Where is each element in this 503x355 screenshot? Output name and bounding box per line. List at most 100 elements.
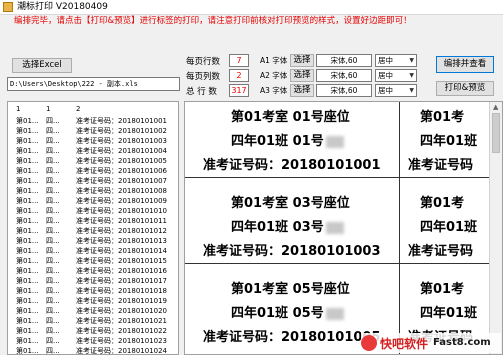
table-row[interactable]: 第01... 四... 准考证号码：20180101002 bbox=[8, 126, 178, 136]
table-cell: 准考证号码：20180101018 bbox=[76, 287, 167, 295]
table-cell: 四... bbox=[46, 147, 60, 155]
font-a2-align-value: 居中 bbox=[378, 71, 393, 80]
table-cell: 第01... bbox=[16, 307, 39, 315]
label-card: 第01考室 01号座位 四年01班 01号 准考证号码：20180101001 bbox=[185, 102, 399, 178]
arrange-view-button[interactable]: 编排并查看 bbox=[436, 56, 494, 73]
select-excel-button[interactable]: 选择Excel bbox=[12, 58, 72, 73]
window-title: 潮标打印 V20180409 bbox=[17, 2, 108, 12]
print-preview-button[interactable]: 打印&预览 bbox=[436, 81, 494, 96]
scrollbar-thumb[interactable] bbox=[492, 113, 500, 153]
table-cell: 四... bbox=[46, 277, 60, 285]
table-cell: 准考证号码：20180101012 bbox=[76, 227, 167, 235]
label-preview[interactable]: 第01考室 01号座位 四年01班 01号 准考证号码：20180101001 … bbox=[184, 101, 503, 355]
table-row[interactable]: 第01... 四... 准考证号码：20180101009 bbox=[8, 196, 178, 206]
table-cell: 准考证号码：20180101010 bbox=[76, 207, 167, 215]
table-row[interactable]: 第01... 四... 准考证号码：20180101017 bbox=[8, 276, 178, 286]
table-row[interactable]: 第01... 四... 准考证号码：20180101024 bbox=[8, 346, 178, 354]
label-line3: 准考证号码 bbox=[408, 244, 474, 259]
table-cell: 准考证号码：20180101004 bbox=[76, 147, 167, 155]
table-cell: 四... bbox=[46, 127, 60, 135]
scroll-up-icon[interactable]: ▲ bbox=[493, 103, 498, 111]
font-a1-select-button[interactable]: 选择 bbox=[290, 54, 314, 67]
table-cell: 准考证号码：20180101021 bbox=[76, 317, 167, 325]
table-row[interactable]: 第01... 四... 准考证号码：20180101010 bbox=[8, 206, 178, 216]
table-cell: 准考证号码：20180101019 bbox=[76, 297, 167, 305]
total-rows-input[interactable]: 317 bbox=[229, 84, 249, 97]
table-cell: 准考证号码：20180101016 bbox=[76, 267, 167, 275]
grid-header-cell: 1 bbox=[46, 105, 51, 113]
font-a2-label: A2 字体 bbox=[260, 71, 288, 80]
table-cell: 准考证号码：20180101002 bbox=[76, 127, 167, 135]
table-row[interactable]: 第01... 四... 准考证号码：20180101021 bbox=[8, 316, 178, 326]
table-row[interactable]: 第01... 四... 准考证号码：20180101018 bbox=[8, 286, 178, 296]
redacted-name bbox=[325, 221, 344, 234]
table-cell: 第01... bbox=[16, 327, 39, 335]
font-a3-field[interactable]: 宋体,60 bbox=[316, 84, 372, 97]
rows-per-page-input[interactable]: 7 bbox=[229, 54, 249, 67]
table-row[interactable]: 第01... 四... 准考证号码：20180101020 bbox=[8, 306, 178, 316]
table-row[interactable]: 第01... 四... 准考证号码：20180101006 bbox=[8, 166, 178, 176]
table-row[interactable]: 第01... 四... 准考证号码：20180101005 bbox=[8, 156, 178, 166]
watermark-text: 快吧软件 bbox=[380, 337, 429, 351]
font-a1-align-dropdown[interactable]: 居中 ▼ bbox=[375, 54, 417, 67]
data-grid[interactable]: 1 1 2 第01... 四... 准考证号码：20180101001 第01...… bbox=[7, 101, 179, 355]
table-cell: 第01... bbox=[16, 197, 39, 205]
table-row[interactable]: 第01... 四... 准考证号码：20180101003 bbox=[8, 136, 178, 146]
file-path-field[interactable]: D:\Users\Desktop\222 - 副本.xls bbox=[7, 77, 180, 91]
label-card: 第01考 四年01班 准考证号码 bbox=[400, 188, 491, 264]
table-row[interactable]: 第01... 四... 准考证号码：20180101001 bbox=[8, 116, 178, 126]
table-cell: 四... bbox=[46, 227, 60, 235]
font-a1-label: A1 字体 bbox=[260, 56, 288, 65]
table-row[interactable]: 第01... 四... 准考证号码：20180101015 bbox=[8, 256, 178, 266]
label-line1: 第01考 bbox=[420, 282, 465, 297]
label-line2: 四年01班 bbox=[420, 306, 478, 321]
font-a3-align-dropdown[interactable]: 居中 ▼ bbox=[375, 84, 417, 97]
table-row[interactable]: 第01... 四... 准考证号码：20180101011 bbox=[8, 216, 178, 226]
label-line2: 四年01班 01号 bbox=[231, 130, 344, 149]
table-cell: 第01... bbox=[16, 167, 39, 175]
table-cell: 第01... bbox=[16, 227, 39, 235]
table-cell: 第01... bbox=[16, 247, 39, 255]
table-cell: 四... bbox=[46, 247, 60, 255]
table-cell: 四... bbox=[46, 167, 60, 175]
table-cell: 四... bbox=[46, 257, 60, 265]
table-row[interactable]: 第01... 四... 准考证号码：20180101007 bbox=[8, 176, 178, 186]
table-cell: 准考证号码：20180101017 bbox=[76, 277, 167, 285]
table-cell: 四... bbox=[46, 157, 60, 165]
table-cell: 准考证号码：20180101003 bbox=[76, 137, 167, 145]
table-row[interactable]: 第01... 四... 准考证号码：20180101023 bbox=[8, 336, 178, 346]
table-row[interactable]: 第01... 四... 准考证号码：20180101016 bbox=[8, 266, 178, 276]
table-cell: 四... bbox=[46, 137, 60, 145]
grid-header-cell: 2 bbox=[76, 105, 81, 113]
label-line2: 四年01班 bbox=[420, 220, 478, 235]
table-row[interactable]: 第01... 四... 准考证号码：20180101004 bbox=[8, 146, 178, 156]
label-line1: 第01考室 03号座位 bbox=[231, 196, 350, 211]
label-card: 第01考室 03号座位 四年01班 03号 准考证号码：20180101003 bbox=[185, 188, 399, 264]
label-line3: 准考证号码：20180101001 bbox=[203, 158, 381, 173]
table-cell: 准考证号码：20180101006 bbox=[76, 167, 167, 175]
table-cell: 第01... bbox=[16, 137, 39, 145]
font-a3-label: A3 字体 bbox=[260, 86, 288, 95]
table-row[interactable]: 第01... 四... 准考证号码：20180101013 bbox=[8, 236, 178, 246]
font-a2-select-button[interactable]: 选择 bbox=[290, 69, 314, 82]
font-a1-field[interactable]: 宋体,60 bbox=[316, 54, 372, 67]
table-row[interactable]: 第01... 四... 准考证号码：20180101022 bbox=[8, 326, 178, 336]
label-line3: 准考证号码：20180101003 bbox=[203, 244, 381, 259]
table-cell: 第01... bbox=[16, 157, 39, 165]
title-bar: 潮标打印 V20180409 bbox=[0, 0, 503, 15]
table-row[interactable]: 第01... 四... 准考证号码：20180101019 bbox=[8, 296, 178, 306]
table-cell: 第01... bbox=[16, 317, 39, 325]
cols-per-page-input[interactable]: 2 bbox=[229, 69, 249, 82]
table-cell: 准考证号码：20180101020 bbox=[76, 307, 167, 315]
table-row[interactable]: 第01... 四... 准考证号码：20180101012 bbox=[8, 226, 178, 236]
font-a2-align-dropdown[interactable]: 居中 ▼ bbox=[375, 69, 417, 82]
font-a2-field[interactable]: 宋体,60 bbox=[316, 69, 372, 82]
table-row[interactable]: 第01... 四... 准考证号码：20180101008 bbox=[8, 186, 178, 196]
preview-scrollbar[interactable]: ▲ bbox=[489, 102, 502, 354]
table-cell: 四... bbox=[46, 307, 60, 315]
font-a3-select-button[interactable]: 选择 bbox=[290, 84, 314, 97]
label-line3: 准考证号码 bbox=[408, 158, 474, 173]
table-cell: 四... bbox=[46, 237, 60, 245]
table-cell: 准考证号码：20180101001 bbox=[76, 117, 167, 125]
table-row[interactable]: 第01... 四... 准考证号码：20180101014 bbox=[8, 246, 178, 256]
